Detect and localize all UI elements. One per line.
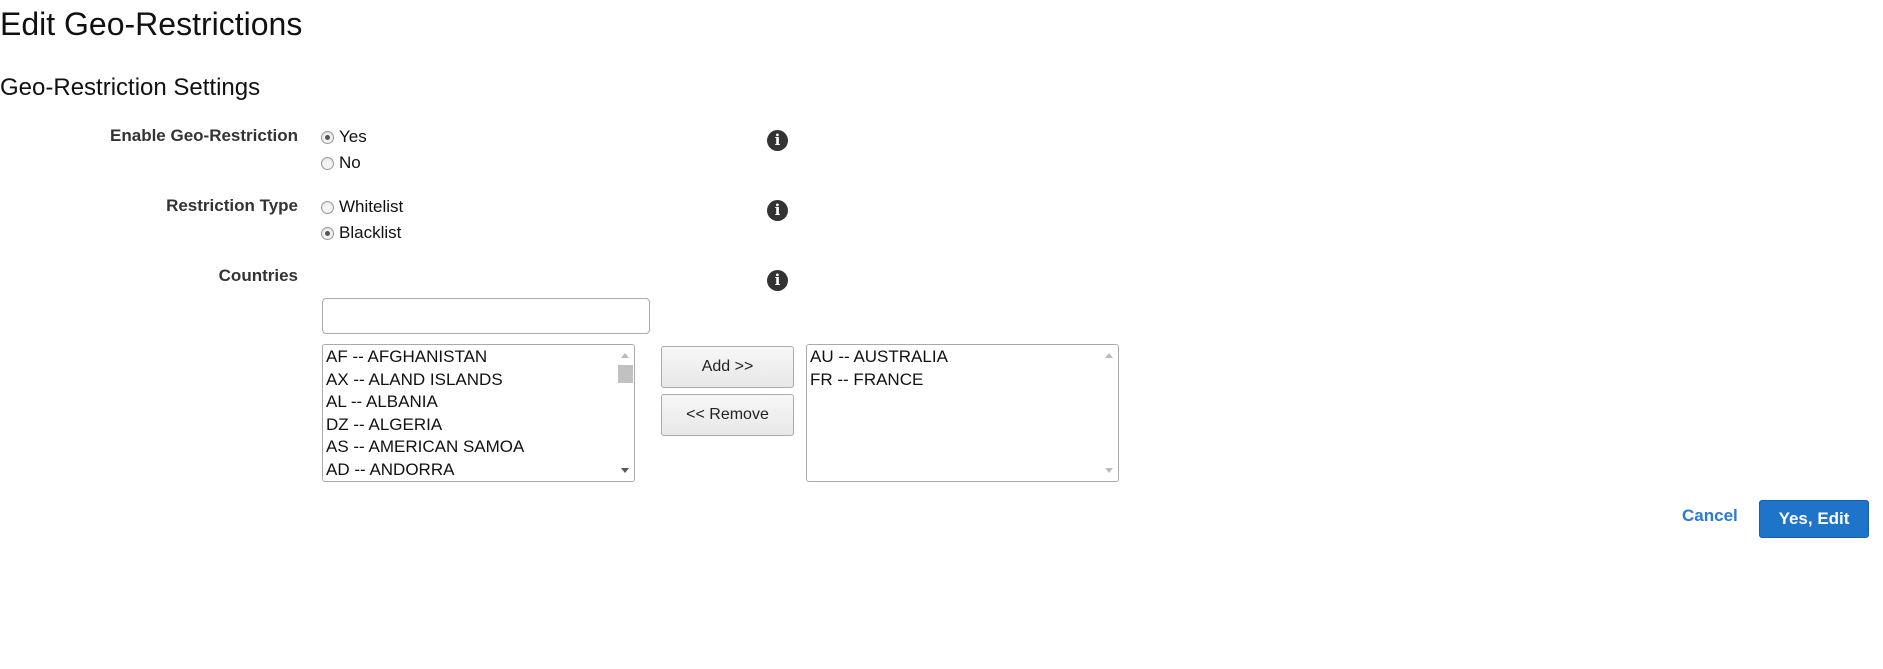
scroll-up-arrow-icon[interactable] — [621, 353, 629, 358]
radio-label: No — [339, 153, 361, 172]
radio-unchecked-icon[interactable] — [321, 200, 334, 214]
list-item[interactable]: FR -- FRANCE — [810, 369, 1100, 392]
info-icon[interactable]: i — [767, 270, 788, 291]
whitelist-radio[interactable]: Whitelist — [321, 196, 403, 218]
list-item[interactable]: AF -- AFGHANISTAN — [326, 346, 616, 369]
info-icon[interactable]: i — [767, 130, 788, 151]
yes-edit-button[interactable]: Yes, Edit — [1759, 500, 1869, 538]
radio-unchecked-icon[interactable] — [321, 156, 334, 170]
scrollbar[interactable] — [617, 345, 634, 481]
list-item[interactable]: AX -- ALAND ISLANDS — [326, 369, 616, 392]
available-countries-items: AF -- AFGHANISTAN AX -- ALAND ISLANDS AL… — [326, 346, 616, 481]
selected-countries-list[interactable]: AU -- AUSTRALIA FR -- FRANCE — [806, 344, 1119, 482]
radio-label: Whitelist — [339, 197, 404, 216]
edit-geo-restrictions-page: Edit Geo-Restrictions Geo-Restriction Se… — [0, 0, 1883, 669]
scrollbar[interactable] — [1101, 345, 1118, 481]
remove-country-button[interactable]: << Remove — [661, 394, 794, 436]
enable-yes-radio[interactable]: Yes — [321, 126, 367, 148]
add-country-button[interactable]: Add >> — [661, 346, 794, 388]
enable-geo-restriction-label: Enable Geo-Restriction — [110, 126, 298, 145]
list-item[interactable]: AL -- ALBANIA — [326, 391, 616, 414]
list-item[interactable]: AU -- AUSTRALIA — [810, 346, 1100, 369]
section-title: Geo-Restriction Settings — [0, 74, 261, 101]
restriction-type-label: Restriction Type — [166, 196, 298, 215]
scroll-thumb[interactable] — [618, 365, 633, 383]
scroll-down-arrow-icon[interactable] — [621, 468, 629, 473]
cancel-button[interactable]: Cancel — [1682, 506, 1738, 526]
countries-label: Countries — [218, 266, 298, 285]
selected-countries-items: AU -- AUSTRALIA FR -- FRANCE — [810, 346, 1100, 391]
page-title: Edit Geo-Restrictions — [0, 6, 303, 42]
scroll-down-arrow-icon[interactable] — [1105, 468, 1113, 473]
radio-label: Yes — [339, 127, 367, 146]
radio-checked-icon[interactable] — [321, 226, 334, 240]
list-item[interactable]: DZ -- ALGERIA — [326, 414, 616, 437]
country-filter-input[interactable] — [322, 298, 650, 334]
blacklist-radio[interactable]: Blacklist — [321, 222, 401, 244]
scroll-up-arrow-icon[interactable] — [1105, 353, 1113, 358]
available-countries-list[interactable]: AF -- AFGHANISTAN AX -- ALAND ISLANDS AL… — [322, 344, 635, 482]
info-icon[interactable]: i — [767, 200, 788, 221]
list-item[interactable]: AD -- ANDORRA — [326, 459, 616, 482]
list-item[interactable]: AS -- AMERICAN SAMOA — [326, 436, 616, 459]
radio-label: Blacklist — [339, 223, 402, 242]
radio-checked-icon[interactable] — [321, 130, 334, 144]
enable-no-radio[interactable]: No — [321, 152, 361, 174]
